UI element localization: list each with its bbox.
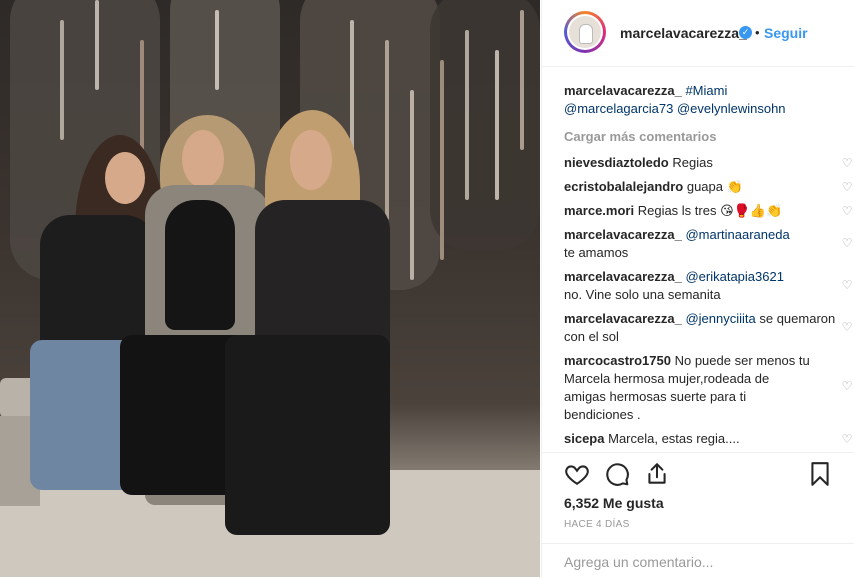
comment-username[interactable]: ecristobalalejandro: [564, 179, 683, 194]
comment-username[interactable]: marcelavacarezza_: [564, 227, 682, 242]
comment-username[interactable]: marce.mori: [564, 203, 634, 218]
comment-item: ecristobalalejandro guapa 👏 ♡: [564, 178, 852, 196]
comment-text: Marcela, estas regia....: [608, 431, 740, 446]
caption-username[interactable]: marcelavacarezza_: [564, 83, 682, 98]
separator-dot: •: [755, 25, 760, 40]
post-photo[interactable]: [0, 0, 540, 577]
post-timestamp[interactable]: HACE 4 DÍAS: [564, 519, 630, 530]
post-username[interactable]: marcelavacarezza_: [620, 25, 747, 41]
comment-username[interactable]: sicepa: [564, 431, 604, 446]
post-side-panel: marcelavacarezza_ ✓ • Seguir marcelavaca…: [541, 0, 854, 577]
like-button[interactable]: [564, 461, 590, 487]
post-view: marcelavacarezza_ ✓ • Seguir marcelavaca…: [0, 0, 854, 577]
comment-mention[interactable]: @jennyciiita: [685, 311, 755, 326]
post-actions: 6,352 Me gusta HACE 4 DÍAS: [542, 452, 854, 530]
comment-input[interactable]: [564, 554, 824, 570]
comment-item: marcocastro1750 No puede ser menos tu Ma…: [564, 352, 852, 424]
comment-mention[interactable]: @erikatapia3621: [685, 269, 783, 284]
follow-button[interactable]: Seguir: [764, 25, 808, 41]
comment-heart-icon[interactable]: ♡: [841, 157, 853, 169]
load-more-label[interactable]: Cargar más comentarios: [564, 129, 716, 144]
share-button[interactable]: [644, 461, 670, 487]
comment-heart-icon[interactable]: ♡: [841, 321, 853, 333]
verified-badge-icon: ✓: [739, 26, 752, 39]
bookmark-icon: [811, 462, 829, 486]
load-more-comments[interactable]: Cargar más comentarios: [564, 128, 839, 146]
post-header: marcelavacarezza_ ✓ • Seguir: [542, 0, 854, 67]
caption-mention[interactable]: @evelynlewinsohn: [677, 101, 786, 116]
comment-mention[interactable]: @martinaaraneda: [685, 227, 789, 242]
comment-icon: [606, 463, 629, 486]
heart-icon: [565, 465, 589, 485]
likes-count[interactable]: 6,352 Me gusta: [564, 495, 664, 511]
comment-item: marcelavacarezza_ @martinaaraneda te ama…: [564, 226, 852, 262]
comment-username[interactable]: nievesdiaztoledo: [564, 155, 669, 170]
comment-item: marcelavacarezza_ @jennyciiita se quemar…: [564, 310, 852, 346]
comment-item: marcelavacarezza_ @erikatapia3621 no. Vi…: [564, 268, 852, 304]
comment-heart-icon[interactable]: ♡: [841, 433, 853, 445]
avatar[interactable]: [564, 11, 606, 53]
comment-text: Regias ls tres 😘🥊👍👏: [637, 203, 783, 218]
caption: marcelavacarezza_ #Miami @marcelagarcia7…: [564, 82, 839, 118]
comment-username[interactable]: marcelavacarezza_: [564, 311, 682, 326]
share-icon: [648, 463, 666, 484]
add-comment-bar: [542, 543, 854, 578]
comment-text: guapa 👏: [686, 179, 743, 194]
comment-heart-icon[interactable]: ♡: [841, 205, 853, 217]
comment-text: Regias: [672, 155, 713, 170]
comment-username[interactable]: marcocastro1750: [564, 353, 671, 368]
comment-heart-icon[interactable]: ♡: [841, 279, 853, 291]
comment-heart-icon[interactable]: ♡: [841, 237, 853, 249]
comment-heart-icon[interactable]: ♡: [841, 380, 853, 392]
comment-heart-icon[interactable]: ♡: [841, 181, 853, 193]
caption-mention[interactable]: @marcelagarcia73: [564, 101, 673, 116]
comment-text: te amamos: [564, 245, 629, 260]
comment-text: no. Vine solo una semanita: [564, 287, 721, 302]
caption-hashtag[interactable]: #Miami: [685, 83, 727, 98]
save-button[interactable]: [807, 461, 833, 487]
comment-button[interactable]: [604, 461, 630, 487]
comment-username[interactable]: marcelavacarezza_: [564, 269, 682, 284]
comment-item: nievesdiaztoledo Regias ♡: [564, 154, 852, 172]
comment-item: marce.mori Regias ls tres 😘🥊👍👏 ♡: [564, 202, 852, 220]
comment-item: sicepa Marcela, estas regia.... ♡: [564, 430, 852, 448]
